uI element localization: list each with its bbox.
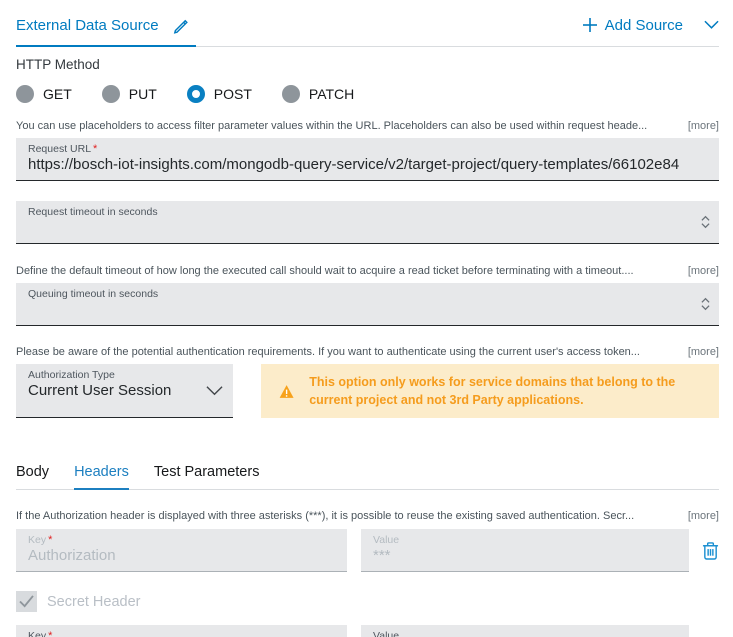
page-title: External Data Source <box>16 17 159 34</box>
http-method-label: HTTP Method <box>16 57 719 72</box>
required-marker: * <box>48 630 52 637</box>
headers-hint-row: If the Authorization header is displayed… <box>16 510 719 522</box>
request-url-label: Request URL* <box>28 143 707 155</box>
checkmark-icon <box>19 595 34 608</box>
pencil-icon <box>171 16 190 35</box>
required-marker: * <box>48 534 52 546</box>
auth-more-link[interactable]: [more] <box>688 346 719 358</box>
delete-header-button[interactable] <box>702 541 719 560</box>
value-label: Value <box>373 534 677 546</box>
request-timeout-field[interactable]: Request timeout in seconds <box>16 201 719 244</box>
url-hint-text: You can use placeholders to access filte… <box>16 120 647 132</box>
authorization-type-label: Authorization Type <box>28 369 221 381</box>
request-timeout-label: Request timeout in seconds <box>28 206 707 218</box>
header-value-field: Value *** <box>361 529 689 572</box>
header-key-field: Key* Authorization <box>16 529 347 572</box>
headers-hint-text: If the Authorization header is displayed… <box>16 510 634 522</box>
request-url-field[interactable]: Request URL* https://bosch-iot-insights.… <box>16 138 719 181</box>
plus-icon <box>582 17 598 33</box>
radio-icon <box>282 85 300 103</box>
request-url-value: https://bosch-iot-insights.com/mongodb-q… <box>28 155 707 174</box>
headers-more-link[interactable]: [more] <box>688 510 719 522</box>
add-source-button[interactable]: Add Source <box>582 17 719 34</box>
panel-header: External Data Source Add Source <box>16 12 719 38</box>
radio-icon <box>102 85 120 103</box>
required-marker: * <box>93 143 97 155</box>
radio-label: POST <box>214 86 252 102</box>
tab-bar: Body Headers Test Parameters <box>16 464 719 490</box>
external-data-source-panel: External Data Source Add Source HTTP Met… <box>0 0 733 637</box>
edit-title-button[interactable] <box>171 16 190 35</box>
title-underline <box>16 45 719 47</box>
radio-option-post[interactable]: POST <box>187 85 252 103</box>
queuing-more-link[interactable]: [more] <box>688 265 719 277</box>
radio-label: GET <box>43 86 72 102</box>
warning-text: This option only works for service domai… <box>309 373 701 409</box>
authorization-type-value: Current User Session <box>28 381 221 400</box>
queuing-timeout-label: Queuing timeout in seconds <box>28 288 707 300</box>
secret-header-checkbox <box>16 591 37 612</box>
queuing-timeout-value <box>28 300 707 319</box>
auth-hint-text: Please be aware of the potential authent… <box>16 346 640 358</box>
tab-test-parameters[interactable]: Test Parameters <box>154 464 260 490</box>
radio-option-patch[interactable]: PATCH <box>282 85 354 103</box>
key-value: Authorization <box>28 546 335 565</box>
radio-option-get[interactable]: GET <box>16 85 72 103</box>
add-source-label: Add Source <box>605 17 683 34</box>
number-stepper-icon[interactable] <box>701 216 710 229</box>
url-hint-row: You can use placeholders to access filte… <box>16 120 719 132</box>
secret-header-label: Secret Header <box>47 594 141 610</box>
warning-triangle-icon <box>279 380 294 403</box>
warning-banner: This option only works for service domai… <box>261 364 719 418</box>
header-row-content-type: Key* Content-Type Value application/json <box>16 625 719 637</box>
authorization-row: Authorization Type Current User Session … <box>16 364 719 418</box>
header-key-field[interactable]: Key* Content-Type <box>16 625 347 637</box>
header-row-authorization: Key* Authorization Value *** <box>16 529 719 572</box>
chevron-down-icon <box>206 385 223 396</box>
value-value: *** <box>373 546 677 565</box>
queuing-timeout-field[interactable]: Queuing timeout in seconds <box>16 283 719 326</box>
trash-icon <box>702 541 719 560</box>
radio-label: PATCH <box>309 86 354 102</box>
tab-body[interactable]: Body <box>16 464 49 490</box>
queuing-hint-row: Define the default timeout of how long t… <box>16 265 719 277</box>
radio-option-put[interactable]: PUT <box>102 85 157 103</box>
radio-label: PUT <box>129 86 157 102</box>
url-more-link[interactable]: [more] <box>688 120 719 132</box>
queuing-hint-text: Define the default timeout of how long t… <box>16 265 634 277</box>
tab-headers[interactable]: Headers <box>74 464 129 490</box>
radio-icon <box>16 85 34 103</box>
request-timeout-value <box>28 218 707 237</box>
header-value-field[interactable]: Value application/json <box>361 625 689 637</box>
authorization-type-select[interactable]: Authorization Type Current User Session <box>16 364 233 418</box>
key-label: Key* <box>28 630 335 637</box>
key-label: Key* <box>28 534 335 546</box>
secret-header-checkbox-row: Secret Header <box>16 591 719 612</box>
number-stepper-icon[interactable] <box>701 298 710 311</box>
chevron-down-icon[interactable] <box>704 20 719 30</box>
http-method-radio-group: GET PUT POST PATCH <box>16 85 719 103</box>
radio-selected-icon <box>187 85 205 103</box>
value-label: Value <box>373 630 677 637</box>
auth-hint-row: Please be aware of the potential authent… <box>16 346 719 358</box>
